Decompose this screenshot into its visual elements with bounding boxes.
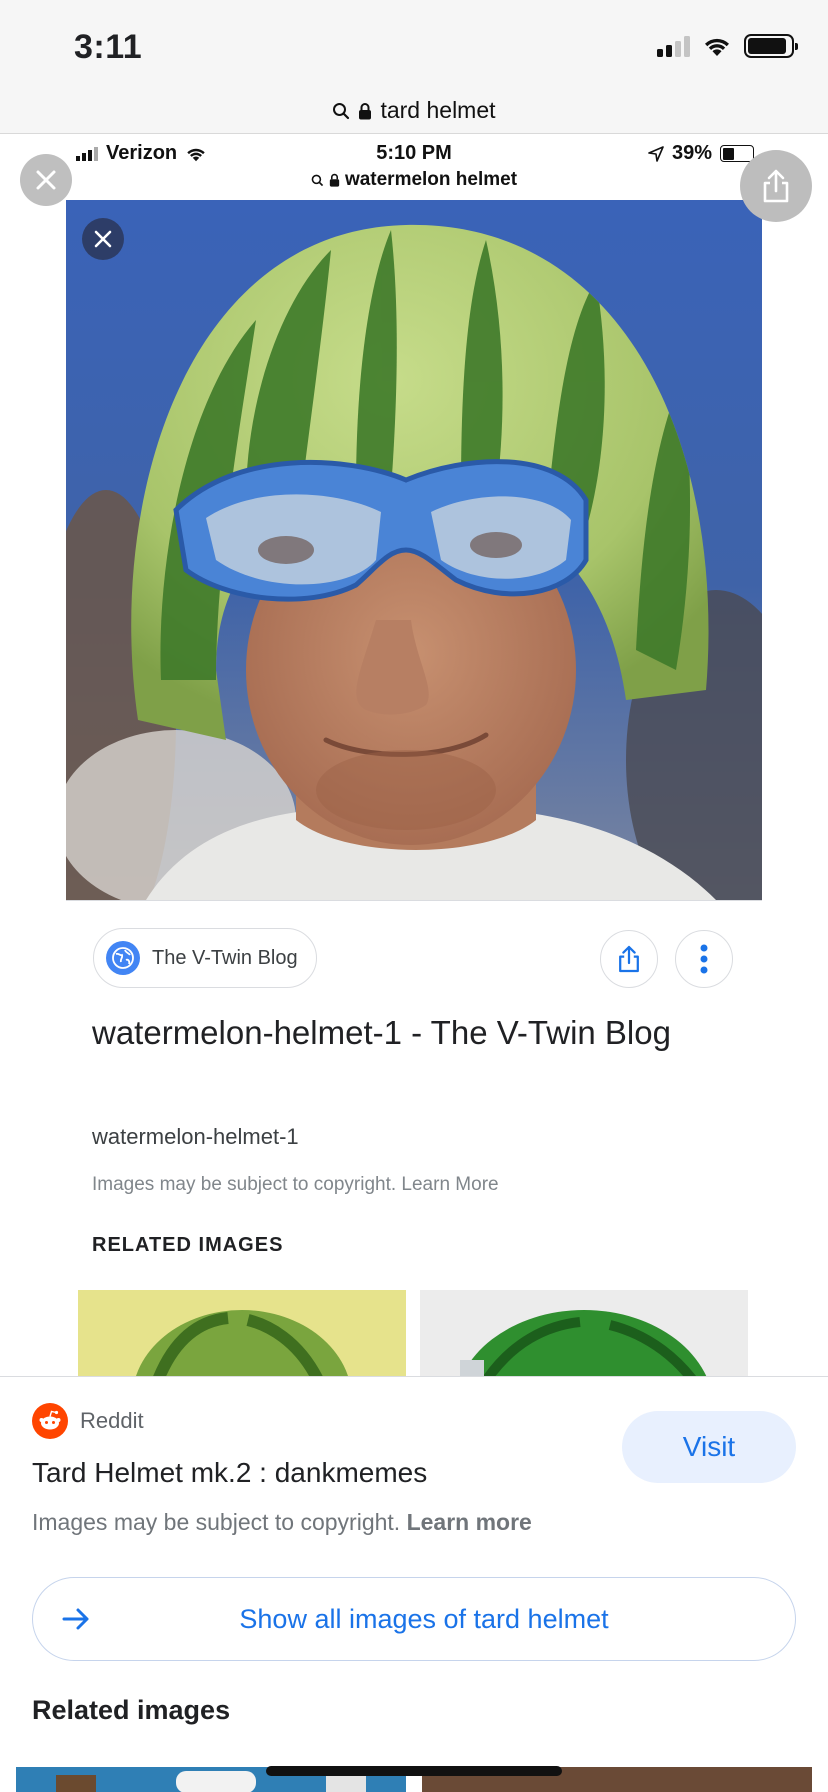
status-bar: 3:11 [0,0,828,88]
show-all-label: Show all images of tard helmet [239,1603,609,1634]
cellular-signal-icon [657,35,690,57]
related-image-thumbnail[interactable] [420,1290,748,1376]
embedded-status-bar: Verizon 5:10 PM 39% watermelon helmet [66,134,762,200]
more-vert-icon [700,944,708,974]
card-title[interactable]: Tard Helmet mk.2 : dankmemes [32,1457,427,1489]
search-icon [311,174,324,186]
card-copyright-text: Images may be subject to copyright. [32,1509,401,1535]
image-preview[interactable]: Verizon 5:10 PM 39% watermelon helmet Th… [0,134,828,1376]
learn-more-link[interactable]: Learn more [407,1509,532,1535]
battery-level [748,38,786,54]
lock-icon [358,102,372,120]
lock-icon [329,173,340,187]
close-icon [36,170,56,190]
share-icon [619,945,639,973]
card-source-name: Reddit [80,1408,144,1433]
wifi-icon [705,38,729,56]
arrow-right-icon [61,1604,91,1639]
divider [66,900,762,901]
share-icon [763,169,789,203]
related-images-heading: RELATED IMAGES [92,1234,284,1256]
embedded-battery-percent: 39% [671,142,712,164]
source-chip[interactable]: The V-Twin Blog [93,928,317,988]
watermelon-helmet-photo[interactable] [66,200,762,900]
related-image-thumbnail[interactable] [78,1290,406,1376]
status-time: 3:11 [74,28,143,66]
embedded-status-icons: 39% [648,142,754,165]
embedded-battery-level [722,147,734,160]
card-copyright: Images may be subject to copyright. Lear… [32,1509,532,1536]
source-name: The V-Twin Blog [152,946,298,969]
url-bar[interactable]: tard helmet [0,88,828,134]
share-button[interactable] [600,930,658,988]
location-arrow-icon [648,145,664,162]
status-icons [657,34,798,58]
embedded-url-text: watermelon helmet [344,169,518,190]
result-card: Reddit Tard Helmet mk.2 : dankmemes Imag… [0,1376,828,1792]
home-indicator[interactable] [266,1766,562,1776]
result-subtitle: watermelon-helmet-1 [92,1124,299,1149]
result-title[interactable]: watermelon-helmet-1 - The V-Twin Blog [92,1008,672,1058]
battery-icon [720,145,754,162]
visit-button[interactable]: Visit [622,1411,796,1483]
related-images-heading: Related images [32,1695,231,1725]
show-all-images-button[interactable]: Show all images of tard helmet [32,1577,796,1661]
search-icon [332,102,350,120]
more-options-button[interactable] [675,930,733,988]
embedded-url: watermelon helmet [66,169,762,191]
overlay-share-button[interactable] [740,150,812,222]
close-icon [94,230,112,248]
photo-close-button[interactable] [82,218,124,260]
overlay-close-button[interactable] [20,154,72,206]
reddit-icon [32,1403,68,1439]
globe-icon [106,941,140,975]
card-source[interactable]: Reddit [32,1403,144,1439]
copyright-notice: Images may be subject to copyright. Lear… [92,1174,499,1195]
url-query: tard helmet [380,97,496,123]
battery-icon [744,34,798,58]
